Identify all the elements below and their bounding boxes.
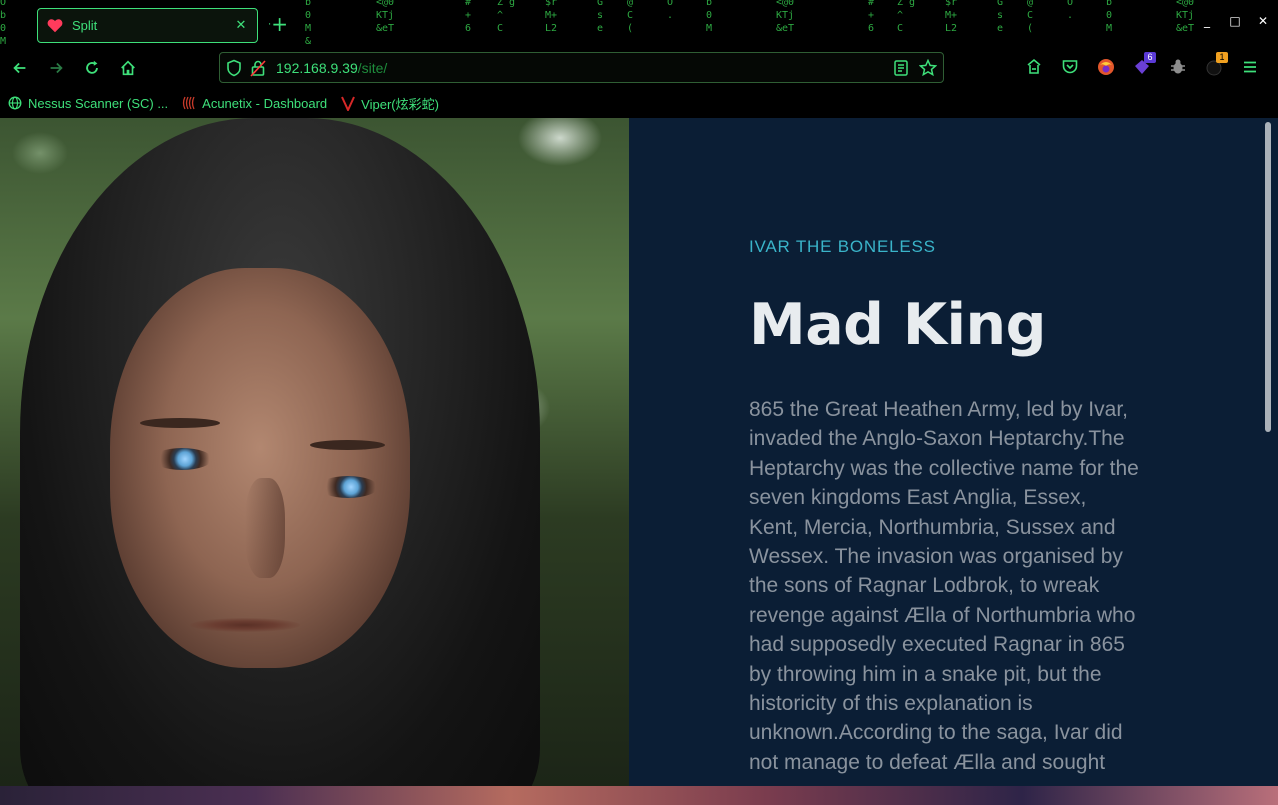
back-button[interactable] (2, 52, 38, 84)
pocket-button[interactable] (1056, 52, 1084, 82)
bookmark-label: Viper(炫彩蛇) (361, 96, 439, 112)
home-icon (121, 60, 135, 76)
matrix-glyph-column: <@0 KTj &eT (376, 0, 395, 34)
matrix-glyph-column: $r M+ L2 (545, 0, 558, 34)
bookmark-label: Acunetix - Dashboard (202, 95, 328, 111)
url-host: 192.168.9.39 (276, 59, 358, 76)
extension-badge-button[interactable]: 6 (1128, 52, 1156, 82)
bookmark-acunetix[interactable]: Acunetix - Dashboard (182, 95, 327, 111)
back-arrow-icon (13, 62, 26, 74)
matrix-glyph-column: b 0 M (1106, 0, 1113, 34)
extension-count-badge: 6 (1144, 52, 1156, 63)
forward-arrow-icon (50, 62, 63, 74)
page-viewport: IVAR THE BONELESS Mad King 865 the Great… (0, 118, 1278, 786)
matrix-glyph-column: O . (667, 0, 674, 21)
new-tab-button[interactable]: ·+ (268, 14, 288, 36)
matrix-glyph-column: $r M+ L2 (945, 0, 958, 34)
window-controls: _ □ ✕ (1200, 14, 1270, 28)
matrix-glyph-column: <@0 KTj &eT (1176, 0, 1195, 34)
right-brow (310, 440, 385, 450)
notification-button[interactable]: 1 (1200, 52, 1228, 82)
minimize-button[interactable]: _ (1200, 14, 1214, 28)
face-shape (110, 268, 410, 668)
url-text[interactable]: 192.168.9.39/site/ (276, 60, 387, 76)
forward-button[interactable] (38, 52, 74, 84)
matrix-glyph-column: b 0 M (706, 0, 713, 34)
reload-icon (86, 60, 98, 74)
url-path: /site/ (357, 59, 388, 76)
desktop-wallpaper-strip (0, 786, 1278, 805)
acunetix-icon (183, 96, 195, 110)
notification-count-badge: 1 (1216, 52, 1228, 63)
bug-extension-button[interactable] (1164, 52, 1192, 82)
bookmark-label: Nessus Scanner (SC) ... (28, 95, 169, 111)
article-headline: Mad King (749, 292, 1046, 358)
plus-icon: + (271, 12, 288, 36)
bookmark-star-icon[interactable] (919, 59, 937, 77)
home-button[interactable] (110, 52, 146, 84)
matrix-glyph-column: O b 0 M & (0, 0, 7, 47)
tab-split[interactable]: Split ✕ (37, 8, 258, 43)
matrix-glyph-column: # + 6 (465, 0, 472, 34)
bookmarks-toolbar: Nessus Scanner (SC) ... Acunetix - Dashb… (0, 88, 1278, 118)
tab-title: Split (72, 18, 98, 33)
menu-button[interactable] (1236, 52, 1264, 82)
matrix-glyph-column: @ C ( (627, 0, 634, 34)
navigation-bar: 192.168.9.39/site/ 6 1 (0, 48, 1278, 88)
bookmark-nessus[interactable]: Nessus Scanner (SC) ... (8, 96, 168, 111)
page-scrollbar[interactable] (1265, 122, 1271, 432)
pocket-icon (1062, 60, 1078, 74)
matrix-glyph-column: O . (1067, 0, 1074, 21)
fox-extension-icon (1098, 59, 1114, 75)
article-subtitle: IVAR THE BONELESS (749, 237, 936, 256)
maximize-button[interactable]: □ (1228, 14, 1242, 28)
matrix-glyph-column: <@0 KTj &eT (776, 0, 795, 34)
bug-icon (1171, 59, 1185, 74)
shield-icon[interactable] (226, 59, 242, 77)
matrix-glyph-column: # + 6 (868, 0, 875, 34)
download-tray-icon (1027, 58, 1041, 74)
matrix-glyph-column: G s e (997, 0, 1004, 34)
save-to-pocket-button[interactable] (1020, 52, 1048, 82)
nose-shadow (245, 478, 285, 578)
extension-fox-button[interactable] (1092, 52, 1120, 82)
toolbar-right: 6 1 (1020, 52, 1264, 82)
matrix-glyph-column: G s e (597, 0, 604, 34)
insecure-lock-icon[interactable] (250, 59, 266, 77)
close-tab-icon[interactable]: ✕ (233, 18, 249, 33)
article-body: 865 the Great Heathen Army, led by Ivar,… (749, 398, 1139, 774)
heart-icon (46, 17, 64, 35)
reader-view-icon[interactable] (893, 59, 909, 77)
close-window-button[interactable]: ✕ (1256, 14, 1270, 28)
bookmark-viper[interactable]: Viper(炫彩蛇) (341, 94, 439, 113)
left-eye (152, 448, 212, 470)
url-bar[interactable]: 192.168.9.39/site/ (219, 52, 944, 83)
matrix-glyph-column: b 0 M & (305, 0, 312, 47)
matrix-glyph-column: @ C ( (1027, 0, 1034, 34)
mouth (190, 618, 300, 632)
tab-strip: O b 0 M & b 0 M & <@0 KTj &eT # + 6 Z g ^ C $… (0, 0, 1278, 48)
left-brow (140, 418, 220, 428)
article-panel: IVAR THE BONELESS Mad King 865 the Great… (629, 118, 1278, 786)
viper-icon (341, 96, 356, 111)
matrix-glyph-column: Z g ^ C (497, 0, 516, 34)
hooded-man-portrait (0, 118, 629, 786)
hamburger-menu-icon (1244, 61, 1256, 73)
reload-button[interactable] (74, 52, 110, 84)
matrix-glyph-column: Z g ^ C (897, 0, 916, 34)
globe-icon (8, 96, 22, 110)
right-eye (318, 476, 378, 498)
